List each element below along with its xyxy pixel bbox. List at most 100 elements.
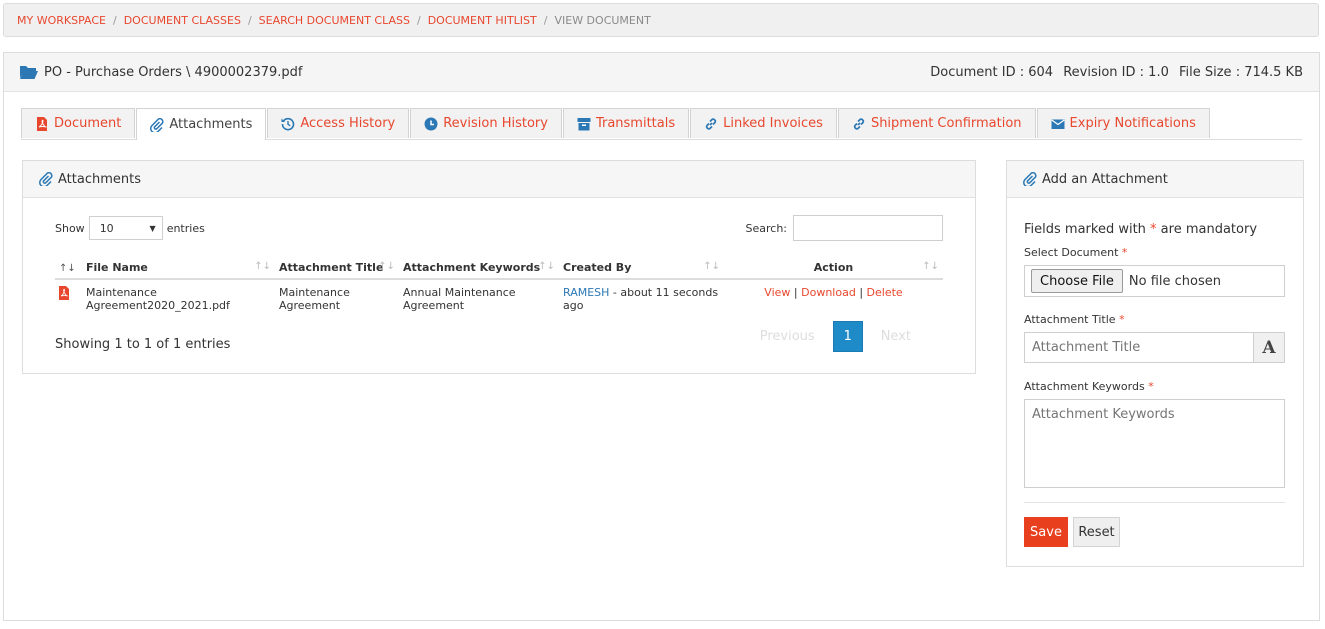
created-by-time-line: ago [563, 299, 584, 312]
attachments-table: ↑↓ File Name ↑↓ Attachment Title ↑↓ Attach… [55, 256, 943, 316]
breadcrumb-my-workspace[interactable]: MY WORKSPACE [17, 14, 106, 27]
attachment-title-input[interactable] [1025, 333, 1253, 362]
tab-label: Attachments [169, 117, 253, 132]
next-page-button[interactable]: Next [881, 329, 911, 344]
text-format-icon[interactable]: A [1253, 333, 1284, 362]
page-length-select[interactable]: 10 ▼ [88, 216, 163, 240]
document-title: PO - Purchase Orders \ 4900002379.pdf [44, 64, 303, 80]
tab-linked-invoices[interactable]: Linked Invoices [690, 108, 837, 138]
mandatory-note-text: are mandatory [1156, 222, 1258, 237]
tab-label: Transmittals [595, 116, 676, 131]
attachment-keywords-line: Annual Maintenance [403, 286, 516, 299]
tab-access-history[interactable]: Access History [267, 108, 410, 138]
field-label-text: Attachment Keywords [1024, 380, 1145, 393]
created-by-time: - about 11 seconds [609, 286, 719, 299]
pdf-icon [37, 116, 47, 131]
action-separator: | [793, 286, 798, 299]
breadcrumb-search-document-class[interactable]: SEARCH DOCUMENT CLASS [259, 14, 410, 27]
tab-label: Access History [300, 116, 396, 131]
choose-file-button[interactable]: Choose File [1031, 269, 1123, 293]
sort-icon: ↑↓ [59, 262, 76, 274]
document-id: Document ID : 604 [930, 64, 1054, 80]
created-by-user-link[interactable]: RAMESH [563, 286, 609, 299]
envelope-icon [1050, 119, 1065, 129]
sort-icon: ↑↓ [538, 261, 555, 272]
column-header-icon[interactable]: ↑↓ [55, 256, 82, 280]
attachments-panel-header: Attachments [23, 161, 975, 198]
select-document-label: Select Document * [1024, 246, 1127, 259]
tab-transmittals[interactable]: Transmittals [562, 108, 690, 138]
attachment-keywords-input[interactable] [1024, 399, 1285, 488]
add-attachment-title: Add an Attachment [1042, 171, 1168, 187]
table-header-row: ↑↓ File Name ↑↓ Attachment Title ↑↓ Attach… [55, 256, 943, 280]
column-header-label: Attachment Keywords [403, 260, 541, 274]
search-input[interactable] [793, 215, 943, 241]
breadcrumb-separator: / [247, 13, 252, 27]
reset-button[interactable]: Reset [1073, 517, 1120, 547]
sort-icon: ↑↓ [922, 261, 939, 272]
breadcrumb: MY WORKSPACE / DOCUMENT CLASSES / SEARCH… [3, 3, 1319, 37]
paperclip-icon [150, 117, 164, 132]
column-header-attachment-title[interactable]: Attachment Title ↑↓ [275, 256, 399, 280]
field-label-text: Attachment Title [1024, 313, 1116, 326]
delete-link[interactable]: Delete [867, 286, 903, 299]
view-link[interactable]: View [764, 286, 790, 299]
breadcrumb-document-classes[interactable]: DOCUMENT CLASSES [124, 14, 241, 27]
column-header-action[interactable]: Action ↑↓ [724, 256, 943, 280]
document-tabs: Document Attachments Access History Revi… [21, 108, 1302, 140]
mandatory-note: Fields marked with * are mandatory [1024, 222, 1257, 237]
column-header-label: Action [813, 260, 854, 274]
save-button[interactable]: Save [1024, 517, 1068, 547]
attachment-title-line: Agreement [279, 299, 341, 312]
search-control: Search: [745, 215, 943, 241]
paperclip-icon [1023, 172, 1037, 186]
tab-expiry-notifications[interactable]: Expiry Notifications [1036, 108, 1210, 138]
column-header-created-by[interactable]: Created By ↑↓ [559, 256, 724, 280]
caret-down-icon: ▼ [149, 223, 156, 233]
page-length-value: 10 [99, 221, 114, 235]
action-cell: View | Download | Delete [724, 279, 943, 316]
box-icon [577, 117, 591, 130]
file-size: File Size : 714.5 KB [1178, 64, 1303, 80]
search-label: Search: [745, 221, 788, 235]
column-header-label: Created By [563, 260, 632, 274]
breadcrumb-document-hitlist[interactable]: DOCUMENT HITLIST [428, 14, 537, 27]
tab-label: Shipment Confirmation [870, 116, 1022, 131]
attachment-title-line: Maintenance [279, 286, 350, 299]
page-length-control: Show 10 ▼ entries [55, 216, 205, 240]
tab-label: Document [54, 116, 122, 131]
page-1-button[interactable]: 1 [832, 321, 863, 352]
show-label: Show [55, 221, 85, 235]
entries-label: entries [166, 221, 205, 235]
document-meta: Document ID : 604 Revision ID : 1.0 File… [924, 65, 1303, 80]
attachments-panel-title: Attachments [58, 171, 141, 187]
add-attachment-panel: Add an Attachment Fields marked with * a… [1006, 160, 1304, 567]
link-icon [706, 117, 717, 130]
file-name-line: Maintenance [86, 286, 157, 299]
required-star: * [1148, 380, 1154, 393]
table-controls: Show 10 ▼ entries Search: [55, 215, 943, 241]
attachment-title-cell: Maintenance Agreement [275, 279, 399, 316]
breadcrumb-view-document: VIEW DOCUMENT [554, 13, 651, 27]
breadcrumb-separator: / [543, 13, 548, 27]
required-star: * [1119, 313, 1125, 326]
table-row: Maintenance Agreement2020_2021.pdf Maint… [55, 279, 943, 316]
breadcrumb-separator: / [416, 13, 421, 27]
file-type-cell [55, 279, 82, 316]
tab-shipment-confirmation[interactable]: Shipment Confirmation [837, 108, 1036, 138]
column-header-file-name[interactable]: File Name ↑↓ [82, 256, 275, 280]
tab-revision-history[interactable]: Revision History [410, 108, 562, 138]
tab-label: Revision History [443, 116, 548, 131]
attachment-keywords-cell: Annual Maintenance Agreement [399, 279, 559, 316]
form-divider [1024, 502, 1285, 503]
field-label-text: Select Document [1024, 246, 1119, 259]
tab-document[interactable]: Document [21, 108, 136, 138]
file-input: Choose File No file chosen [1024, 265, 1285, 297]
column-header-attachment-keywords[interactable]: Attachment Keywords ↑↓ [399, 256, 559, 280]
previous-page-button[interactable]: Previous [760, 329, 815, 344]
link-icon [853, 117, 865, 130]
mandatory-note-text: Fields marked with [1024, 222, 1151, 237]
tab-attachments[interactable]: Attachments [136, 108, 267, 140]
required-star: * [1121, 246, 1128, 259]
download-link[interactable]: Download [801, 286, 856, 299]
